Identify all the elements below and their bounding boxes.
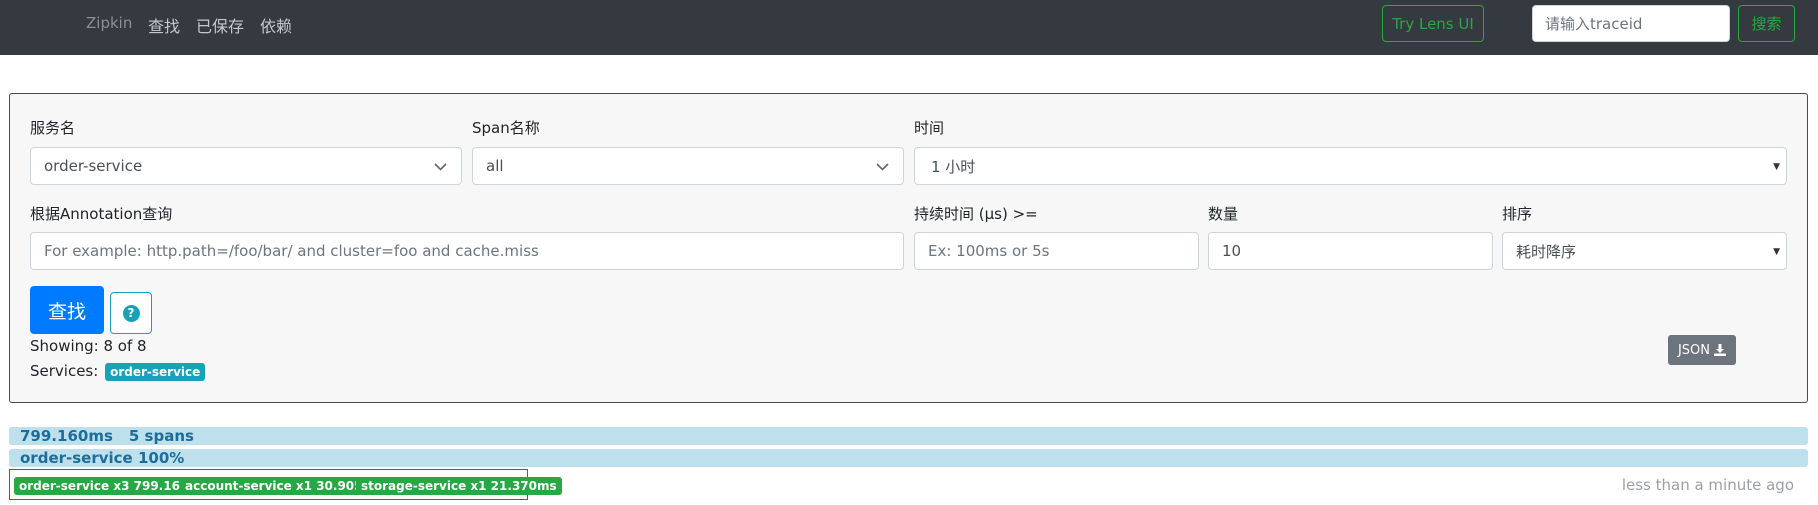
search-form-panel: 服务名 order-service Span名称 all 时间 1 小时 ▼ 根… [9,93,1808,403]
chevron-down-icon [434,163,447,171]
top-navbar: Zipkin 查找 已保存 依赖 Try Lens UI 搜索 [0,0,1818,55]
find-traces-button[interactable]: 查找 [30,286,104,334]
help-button[interactable]: ? [110,292,152,334]
json-download-button[interactable]: JSON [1668,335,1736,365]
limit-label: 数量 [1208,205,1239,223]
sort-label: 排序 [1502,205,1533,223]
time-select[interactable]: 1 小时 ▼ [914,147,1787,185]
caret-down-icon: ▼ [1773,162,1780,172]
traceid-search-button[interactable]: 搜索 [1738,5,1795,42]
try-lens-ui-button[interactable]: Try Lens UI [1382,5,1484,42]
limit-input[interactable]: 10 [1208,232,1493,270]
chevron-down-icon [876,163,889,171]
trace-span-count: 5 spans [128,427,194,445]
service-name-value: order-service [44,157,143,175]
json-button-label: JSON [1677,342,1711,358]
nav-link-dependencies[interactable]: 依赖 [260,13,292,37]
min-duration-label: 持续时间 (μs) >= [914,205,1038,223]
showing-count: Showing: 8 of 8 [30,337,147,355]
trace-services-group: order-service x3 799.160ms account-servi… [9,469,562,500]
trace-summary-bar[interactable]: 799.160ms 5 spans [9,427,1808,445]
min-duration-input[interactable] [914,232,1199,270]
service-name-select[interactable]: order-service [30,147,462,185]
span-name-select[interactable]: all [472,147,904,185]
service-badge[interactable]: order-service [105,362,206,381]
service-name-label: 服务名 [30,119,76,137]
brand-logo[interactable]: Zipkin [86,14,132,32]
caret-down-icon: ▼ [1773,247,1780,257]
trace-service-percentage: order-service 100% [20,449,185,467]
annotation-query-input[interactable] [30,232,904,270]
time-label: 时间 [914,119,945,137]
services-label: Services: [30,362,99,380]
annotation-query-label: 根据Annotation查询 [30,205,173,223]
download-icon [1714,344,1727,356]
time-value: 1 小时 [931,157,976,176]
sort-value: 耗时降序 [1516,242,1577,261]
nav-link-find[interactable]: 查找 [148,13,180,37]
service-duration-badge[interactable]: storage-service x1 21.370ms [356,477,562,495]
span-name-value: all [486,157,504,175]
services-summary: Services: order-service [30,362,206,381]
question-circle-icon: ? [122,304,140,322]
trace-duration: 799.160ms [20,427,113,445]
sort-select[interactable]: 耗时降序 ▼ [1502,232,1787,270]
nav-link-saved[interactable]: 已保存 [196,13,244,37]
trace-service-percentage-bar[interactable]: order-service 100% [9,449,1808,467]
traceid-input[interactable] [1532,5,1730,42]
limit-value: 10 [1222,242,1242,260]
span-name-label: Span名称 [472,119,540,137]
trace-timestamp: less than a minute ago [1621,476,1794,494]
